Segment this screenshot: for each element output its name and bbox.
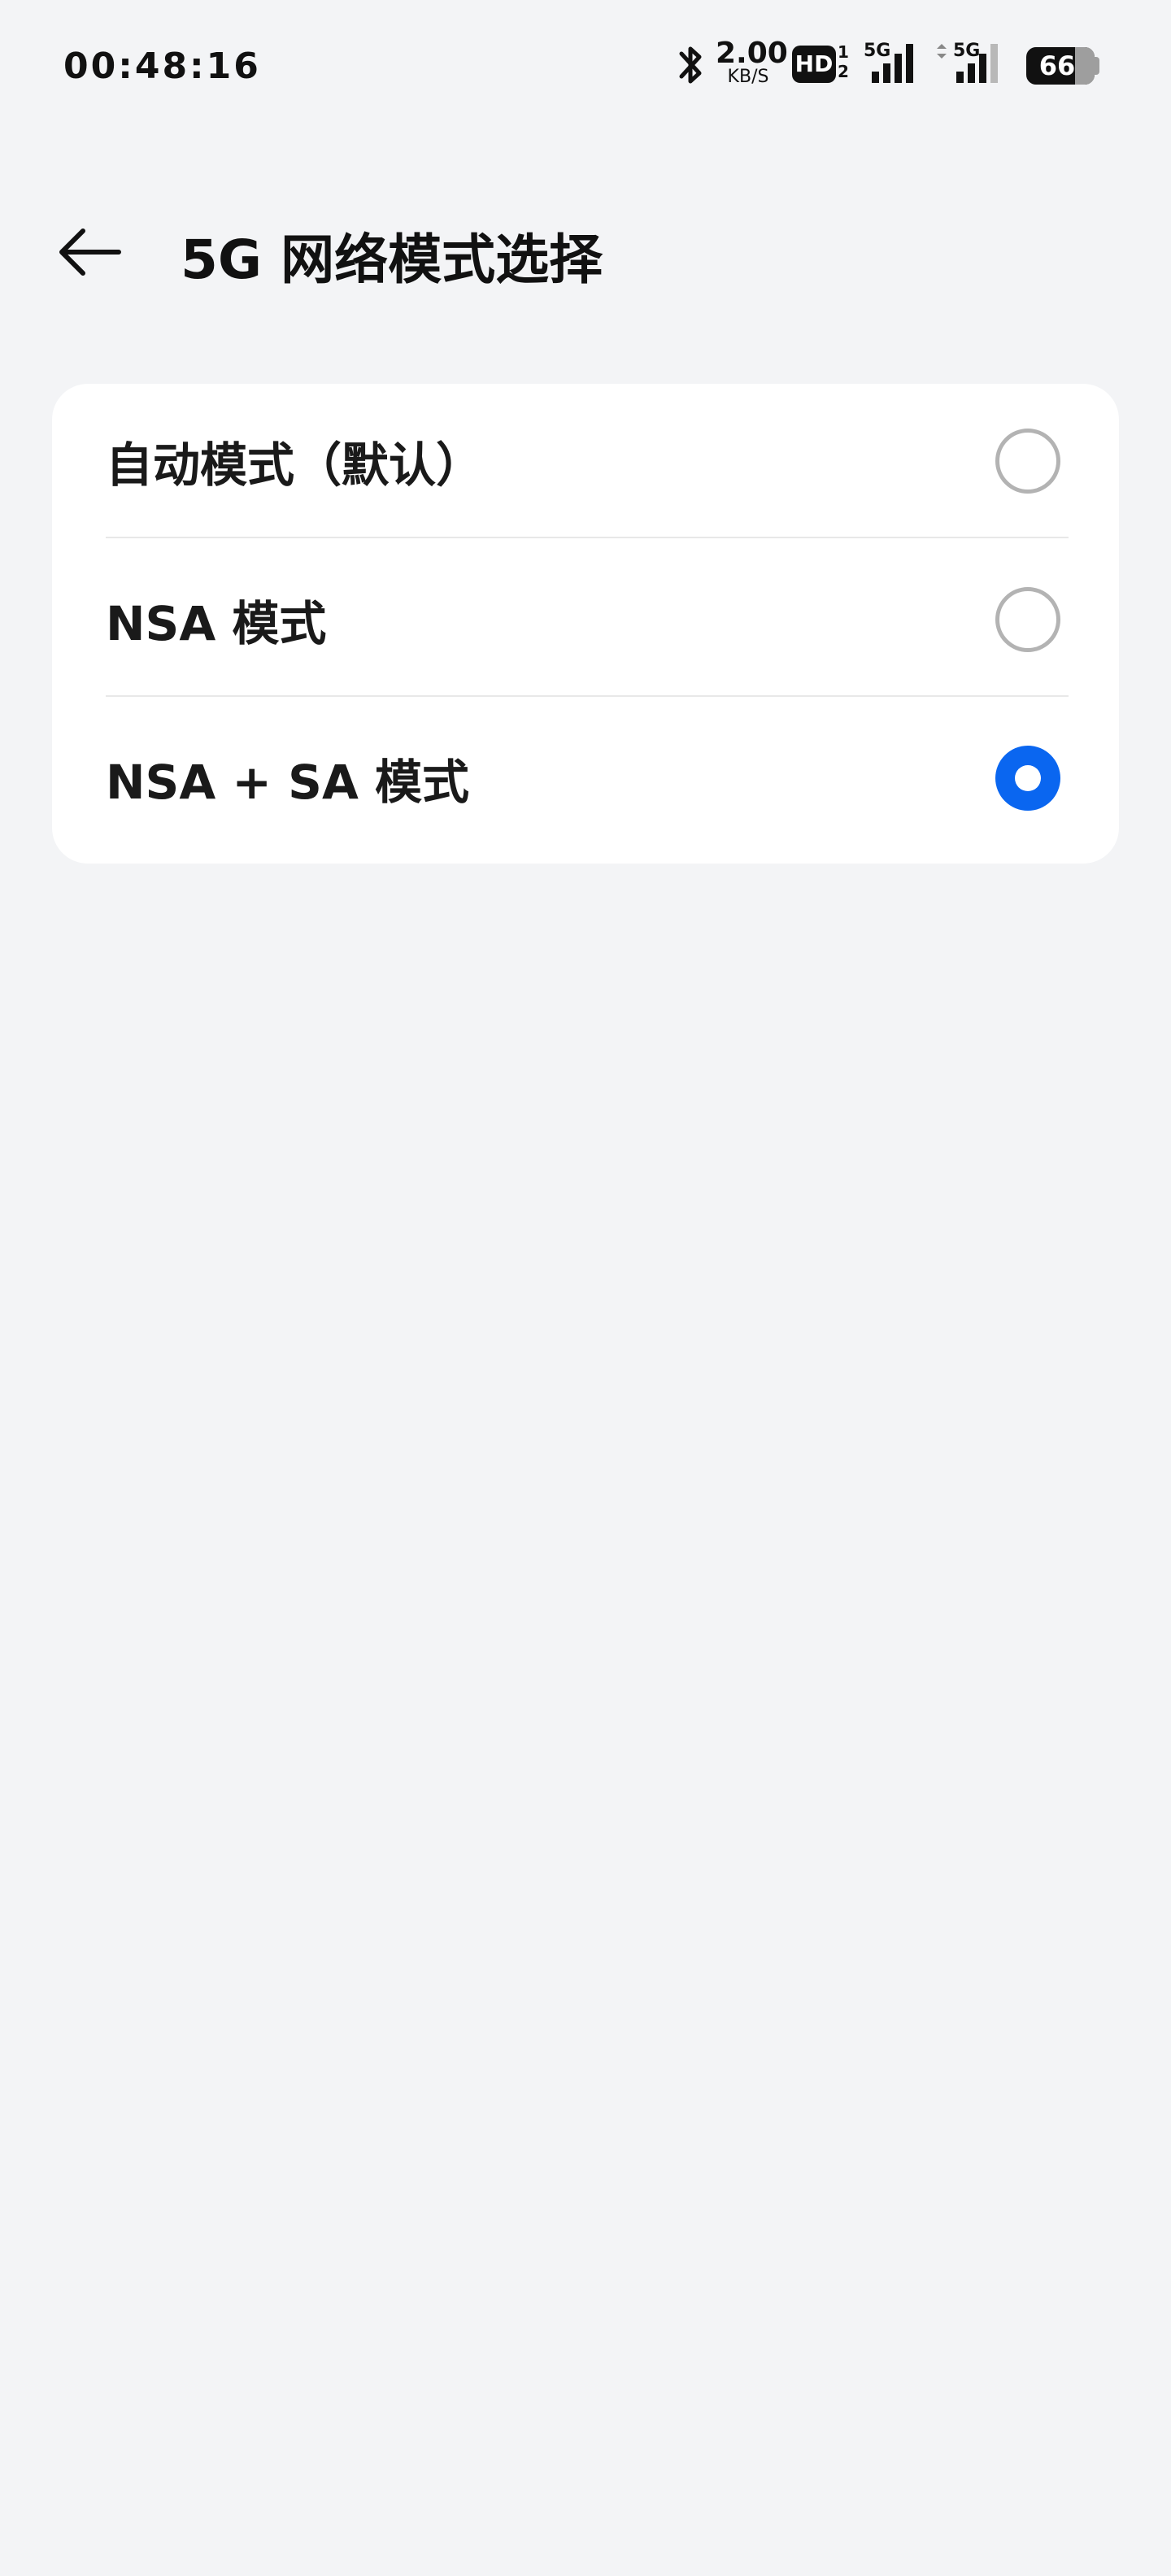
status-bar: 00:48:16 2.00 KB/S HD 1 2 5G 5G 66: [0, 0, 1171, 130]
battery-icon: 66: [1026, 47, 1095, 85]
status-time: 00:48:16: [63, 46, 261, 87]
option-label: NSA + SA 模式: [106, 755, 470, 810]
radio-button-selected[interactable]: [995, 746, 1060, 811]
back-button[interactable]: [54, 220, 127, 285]
page-title: 5G 网络模式选择: [181, 228, 603, 291]
option-label: 自动模式（默认）: [106, 437, 484, 493]
page-header: 5G 网络模式选择: [0, 195, 1171, 301]
option-auto-mode[interactable]: 自动模式（默认）: [52, 384, 1119, 538]
option-nsa-mode[interactable]: NSA 模式: [52, 542, 1119, 697]
radio-button[interactable]: [995, 429, 1060, 494]
network-mode-options: 自动模式（默认） NSA 模式 NSA + SA 模式: [52, 384, 1119, 864]
arrow-left-icon: [59, 228, 121, 276]
battery-level: 66: [1038, 50, 1076, 81]
signal-strength-icon: 5G: [862, 41, 930, 86]
network-speed-unit: KB/S: [727, 67, 769, 87]
hd-sim-2: 2: [838, 62, 849, 81]
divider: [106, 695, 1069, 697]
radio-button[interactable]: [995, 587, 1060, 652]
network-speed-value: 2.00: [716, 37, 788, 70]
signal-strength-icon: 5G: [934, 41, 1002, 86]
bluetooth-icon: [675, 42, 707, 88]
hd-sim-1: 1: [838, 42, 849, 62]
network-speed: 2.00 KB/S: [716, 37, 788, 87]
option-label: NSA 模式: [106, 596, 327, 651]
hd-badge: HD: [792, 46, 836, 83]
option-nsa-sa-mode[interactable]: NSA + SA 模式: [52, 701, 1119, 855]
hd-sim-indicators: 1 2: [838, 42, 849, 81]
battery-cap: [1095, 57, 1099, 75]
divider: [106, 537, 1069, 538]
